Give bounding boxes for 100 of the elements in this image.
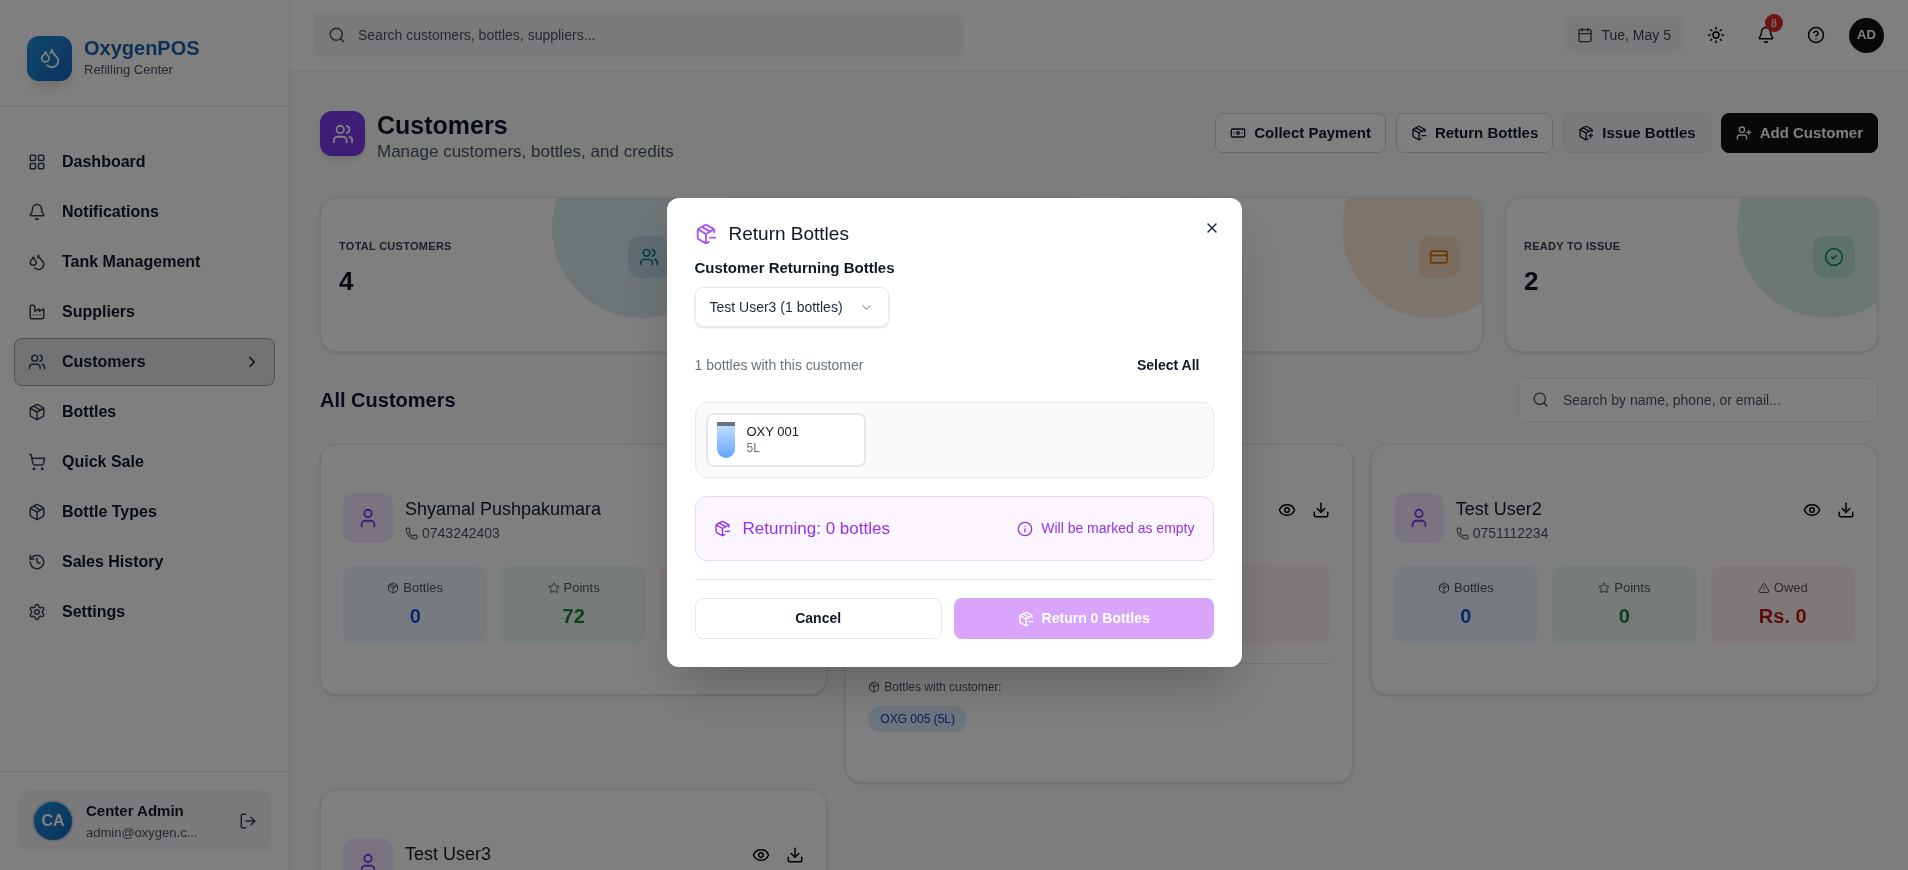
action-button[interactable]: Collect Payment [1215,113,1386,153]
stat-value: 72 [562,604,585,630]
stat-label: Bottles [1454,578,1494,597]
warning-icon [1757,581,1770,594]
download-icon[interactable] [1311,500,1330,519]
stat-value: Rs. 0 [1758,604,1807,630]
star-icon [1598,581,1611,594]
stat-label: Points [563,578,600,597]
cancel-button[interactable]: Cancel [694,598,942,639]
bottle-count: 1 bottles with this customer [694,356,864,375]
stat-label: Bottles [403,578,444,597]
download-icon[interactable] [1837,500,1855,519]
stat-label: TOTAL CUSTOMERS [339,238,453,254]
calendar-icon [1577,27,1594,43]
history-icon [28,553,46,571]
download-icon[interactable] [786,845,805,864]
box-icon [868,680,881,693]
avatar-icon [343,492,393,543]
package-icon [694,223,717,246]
customer-name: Test User2 [1455,497,1543,521]
page-title: Customers [377,111,509,139]
customer-phone: 0751112234 [1472,523,1549,543]
phone-icon [1455,526,1469,540]
bottle-code: OXY 001 [746,424,800,441]
customer-name: Shyamal Pushpakumara [405,497,603,521]
nav-item[interactable]: Notifications [14,188,275,236]
page-icon [320,111,365,156]
banknote-icon [1230,125,1247,141]
search-icon [328,26,346,44]
nav-item[interactable]: Dashboard [14,138,275,186]
help-icon[interactable] [1807,26,1825,44]
factory-icon [28,303,46,321]
package-icon [713,520,731,537]
customer-phone: 0743242403 [422,523,500,543]
date-chip[interactable]: Tue, May 5 [1565,17,1683,53]
droplets-icon [28,253,46,271]
customer-search-field[interactable]: Search by name, phone, or email... [1518,377,1878,422]
bell-icon[interactable] [1757,26,1775,44]
field-label: Customer Returning Bottles [694,257,896,278]
bottle-icon [716,422,735,458]
box-icon [28,503,46,521]
select-all-button[interactable]: Select All [1137,355,1200,376]
users-icon [28,353,46,371]
search-field[interactable]: Search customers, bottles, suppliers... [314,13,964,57]
action-button[interactable]: Return Bottles [1395,113,1554,153]
avatar-icon [1393,492,1444,543]
stat-value: 0 [1460,604,1472,630]
nav-item[interactable]: Bottle Types [14,488,275,536]
nav-item[interactable]: Customers [14,338,275,386]
bottles-label: Bottles with customer: [884,678,1002,696]
page-subtitle: Manage customers, bottles, and credits [377,141,675,163]
user-email: admin@oxygen.c... [86,823,199,842]
nav-item[interactable]: Bottles [14,388,275,436]
stat-label: Owed [1773,578,1808,597]
stat-value: 2 [1524,265,1540,298]
user-avatar: CA [32,800,74,842]
logout-icon[interactable] [239,812,257,830]
stat-value: 4 [339,265,355,298]
brand-name: OxygenPOS [84,36,200,61]
box-icon [28,403,46,421]
dialog-title: Return Bottles [728,222,849,246]
bell-icon [28,203,46,221]
nav-item[interactable]: Quick Sale [14,438,275,486]
stat-value: 0 [409,604,421,630]
settings-icon [28,603,46,621]
nav-item[interactable]: Sales History [14,538,275,586]
box-icon [387,581,400,594]
dashboard-icon [28,153,46,171]
customer-name: Test User3 [405,842,493,866]
user-name: Center Admin [86,801,185,821]
package-icon [1578,125,1595,141]
notification-badge: 8 [1765,14,1783,32]
package-icon [1410,125,1427,141]
bottle-option[interactable]: OXY 001 5L [705,413,866,467]
star-icon [547,581,560,594]
customer-select[interactable]: Test User3 (1 bottles) [694,287,889,327]
stat-label: Points [1614,578,1651,597]
phone-icon [405,526,418,540]
summary-text: Returning: 0 bottles [742,517,890,540]
user-card[interactable]: CA Center Admin admin@oxygen.c... [18,790,271,852]
bottle-size: 5L [746,440,761,456]
cart-icon [28,453,46,471]
stat-value: 0 [1618,604,1630,630]
logo-icon [27,35,72,81]
package-icon [1017,610,1034,627]
action-button[interactable]: Add Customer [1720,113,1878,153]
nav-item[interactable]: Settings [14,588,275,636]
summary-note: Will be marked as empty [1041,519,1195,538]
nav-item[interactable]: Tank Management [14,238,275,286]
action-button[interactable]: Issue Bottles [1563,113,1711,153]
box-icon [1438,581,1450,594]
avatar[interactable]: AD [1849,17,1884,53]
theme-icon[interactable] [1707,26,1725,44]
stat-label: READY TO ISSUE [1524,238,1622,254]
user-plus-icon [1735,125,1752,141]
search-icon [1532,390,1549,408]
brand-subtitle: Refilling Center [84,61,174,80]
nav-item[interactable]: Suppliers [14,288,275,336]
section-title: All Customers [320,387,456,413]
info-icon [1017,520,1034,537]
